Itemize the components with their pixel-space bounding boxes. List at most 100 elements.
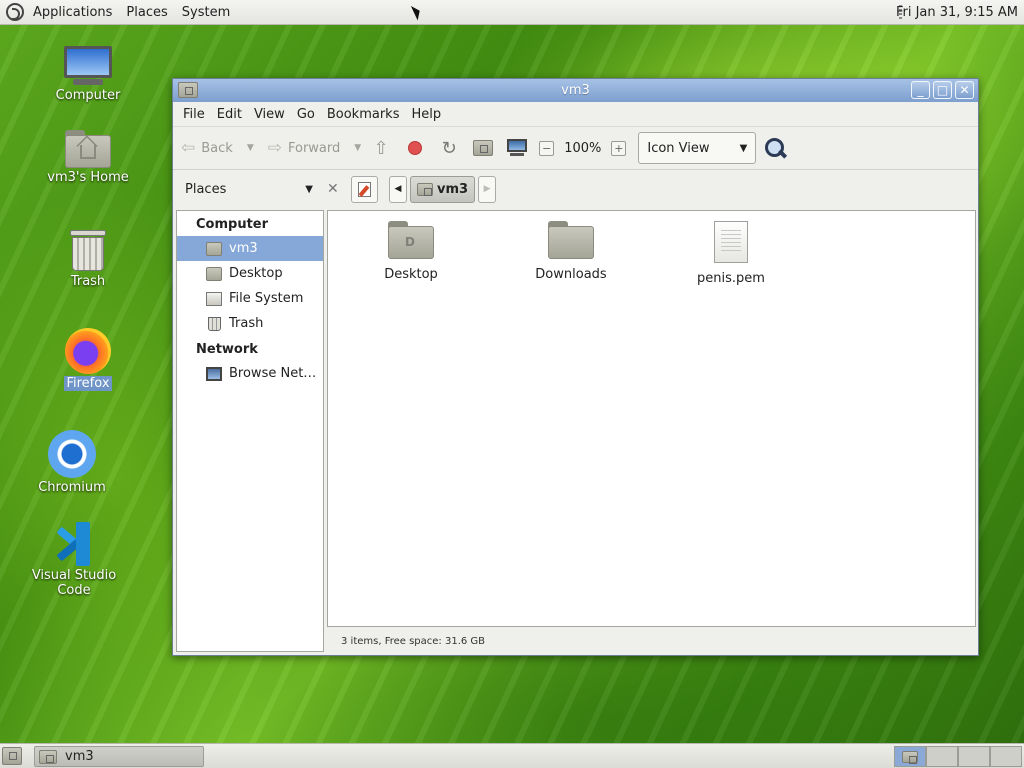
zoom-in-button[interactable]: + — [611, 140, 627, 156]
menu-bookmarks[interactable]: Bookmarks — [321, 107, 406, 122]
up-button[interactable]: ⇧ — [369, 136, 393, 160]
desktop-icon-computer[interactable]: Computer — [38, 46, 138, 103]
file-item-desktop[interactable]: D Desktop — [356, 221, 466, 282]
forward-history-dropdown-icon[interactable]: ▼ — [354, 143, 361, 153]
desktop-folder-icon: D — [388, 221, 434, 259]
desktop-icon-trash[interactable]: Trash — [38, 230, 138, 289]
sidebar-item-label: Desktop — [229, 266, 283, 281]
sidebar-heading-network: Network — [196, 342, 258, 357]
workspace-switcher — [894, 746, 1022, 767]
trash-icon — [208, 316, 221, 331]
maximize-button[interactable]: □ — [933, 81, 952, 99]
view-mode-value: Icon View — [647, 140, 710, 156]
zoom-out-button[interactable]: − — [539, 140, 555, 156]
system-menu[interactable]: System — [175, 5, 237, 20]
top-panel-menu: Applications Places System — [0, 0, 237, 25]
sidebar-item-label: Trash — [229, 316, 264, 331]
file-name: Downloads — [535, 267, 607, 282]
sidebar-item-trash[interactable]: Trash — [177, 311, 323, 336]
search-icon[interactable] — [764, 137, 786, 159]
file-item-downloads[interactable]: Downloads — [516, 221, 626, 282]
zoom-level[interactable]: 100% — [564, 141, 601, 156]
drive-icon — [206, 291, 222, 306]
view-mode-select[interactable]: Icon View ▼ — [638, 132, 757, 164]
places-sidebar: Computer vm3 Desktop File System Trash N… — [176, 210, 324, 652]
back-arrow-icon: ⇦ — [181, 138, 196, 158]
chevron-down-icon: ▼ — [739, 142, 748, 154]
desktop-icon-vscode[interactable]: Visual Studio Code — [12, 522, 136, 598]
folder-icon — [206, 266, 222, 281]
forward-button[interactable]: ⇨ Forward ▼ — [268, 138, 361, 158]
chromium-icon — [48, 430, 96, 478]
computer-icon — [64, 46, 112, 86]
folder-icon — [548, 221, 594, 259]
path-right-button[interactable]: ▶ — [478, 175, 497, 203]
desktop-icon-label: Trash — [70, 274, 106, 289]
sidebar-item-label: vm3 — [229, 241, 258, 256]
desktop-icon-label: Firefox — [64, 376, 112, 391]
home-icon — [39, 749, 57, 764]
show-desktop-icon[interactable] — [2, 747, 22, 765]
close-button[interactable]: ✕ — [955, 81, 974, 99]
minimize-button[interactable]: _ — [911, 81, 930, 99]
taskbar-item-vm3[interactable]: vm3 — [34, 746, 204, 767]
workspace-1[interactable] — [894, 746, 926, 767]
menu-help[interactable]: Help — [405, 107, 447, 122]
up-arrow-icon: ⇧ — [373, 137, 389, 159]
menu-file[interactable]: File — [177, 107, 211, 122]
trash-icon — [70, 230, 106, 272]
reload-button[interactable]: ↻ — [437, 136, 461, 160]
desktop-icon-home[interactable]: vm3's Home — [38, 130, 138, 185]
file-name: Desktop — [384, 267, 438, 282]
applications-menu[interactable]: Applications — [26, 5, 119, 20]
back-history-dropdown-icon[interactable]: ▼ — [247, 143, 254, 153]
home-button[interactable] — [471, 136, 495, 160]
desktop-icon-firefox[interactable]: Firefox — [38, 328, 138, 391]
reload-icon: ↻ — [441, 137, 457, 159]
menu-view[interactable]: View — [248, 107, 291, 122]
desktop-icon-label: Visual Studio Code — [31, 568, 117, 598]
desktop-icon-label: Computer — [55, 88, 121, 103]
breadcrumb-vm3[interactable]: vm3 — [410, 175, 476, 203]
sidebar-item-desktop[interactable]: Desktop — [177, 261, 323, 286]
desktop-icon-label: vm3's Home — [47, 170, 129, 185]
toggle-location-entry-button[interactable] — [351, 175, 378, 203]
clock[interactable]: Fri Jan 31, 9:15 AM — [896, 0, 1018, 25]
workspace-3[interactable] — [958, 746, 990, 767]
places-menu[interactable]: Places — [119, 5, 174, 20]
file-view[interactable]: D Desktop Downloads penis.pem — [327, 210, 976, 627]
toolbar: ⇦ Back ▼ ⇨ Forward ▼ ⇧ ↻ − 100% + Icon V… — [173, 127, 978, 170]
window-home-icon[interactable] — [178, 82, 198, 98]
workspace-4[interactable] — [990, 746, 1022, 767]
window-thumbnail-icon — [902, 750, 918, 764]
sidebar-heading-computer: Computer — [196, 217, 269, 232]
computer-button[interactable] — [505, 136, 529, 160]
side-pane-selector[interactable]: Places ▼ — [179, 182, 319, 197]
menu-edit[interactable]: Edit — [211, 107, 248, 122]
back-label: Back — [201, 140, 233, 156]
side-pane-label: Places — [185, 181, 227, 197]
close-side-pane-icon[interactable]: ✕ — [327, 181, 341, 197]
stop-button[interactable] — [403, 136, 427, 160]
distro-logo-icon[interactable] — [6, 3, 24, 21]
desktop-icon-chromium[interactable]: Chromium — [22, 430, 122, 495]
sidebar-item-file-system[interactable]: File System — [177, 286, 323, 311]
status-bar: 3 items, Free space: 31.6 GB — [341, 635, 486, 647]
home-folder-icon — [206, 241, 222, 256]
home-folder-icon — [65, 130, 111, 168]
chevron-down-icon: ▼ — [305, 183, 313, 195]
window-titlebar[interactable]: vm3 _ □ ✕ — [173, 79, 978, 102]
path-left-button[interactable]: ◀ — [389, 175, 407, 203]
stop-icon — [408, 141, 423, 155]
file-item-pem[interactable]: penis.pem — [676, 221, 786, 286]
workspace-2[interactable] — [926, 746, 958, 767]
sidebar-item-browse-network[interactable]: Browse Net… — [177, 361, 323, 386]
desktop-icon-label: Chromium — [38, 480, 106, 495]
sidebar-item-vm3[interactable]: vm3 — [177, 236, 323, 261]
firefox-icon — [65, 328, 111, 374]
sidebar-item-label: File System — [229, 291, 304, 306]
menu-go[interactable]: Go — [291, 107, 321, 122]
top-panel: Applications Places System Fri Jan 31, 9… — [0, 0, 1024, 25]
back-button[interactable]: ⇦ Back ▼ — [181, 138, 254, 158]
edit-location-icon — [358, 181, 371, 197]
